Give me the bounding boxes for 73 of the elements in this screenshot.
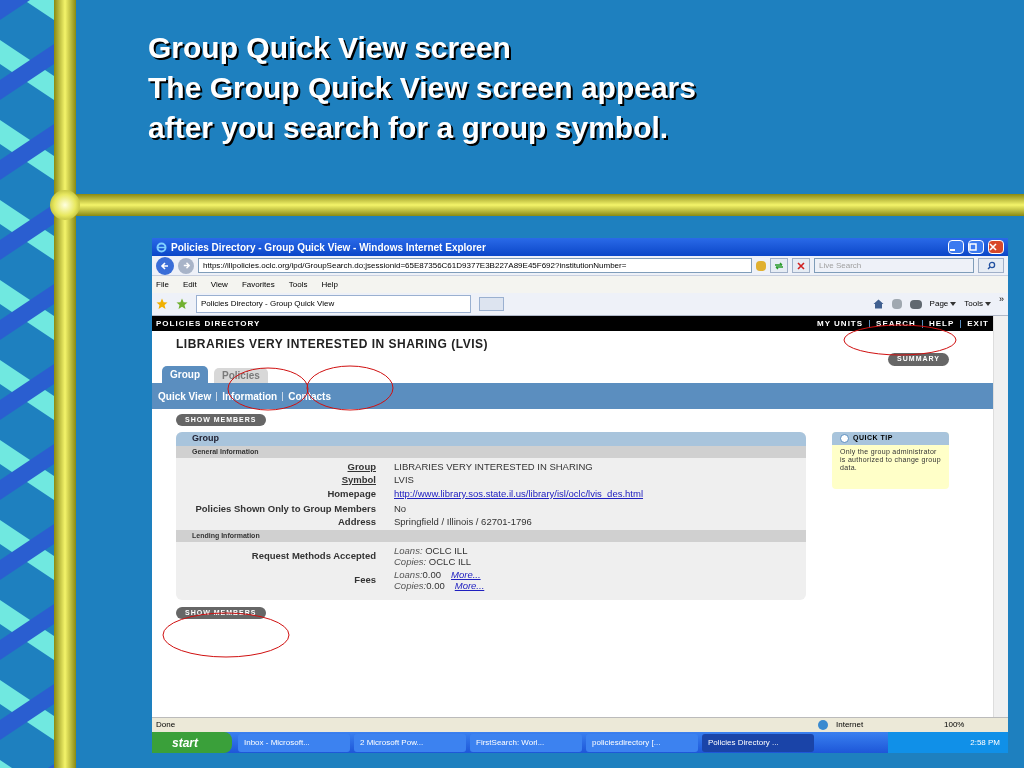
zone-text: Internet [836, 719, 865, 731]
maximize-icon [969, 243, 977, 251]
x-icon [797, 261, 805, 270]
close-icon [989, 243, 997, 251]
taskbar-button[interactable]: 2 Microsoft Pow... [354, 733, 466, 752]
stop-button[interactable] [792, 258, 810, 273]
star-plus-icon[interactable] [176, 298, 188, 310]
nav-link[interactable]: SEARCH [876, 317, 916, 330]
toolbar-menu[interactable]: Page [929, 298, 957, 310]
more-link[interactable]: More... [454, 580, 485, 591]
page-heading: LIBRARIES VERY INTERESTED IN SHARING (LVIS) [176, 336, 488, 353]
menu-item[interactable]: Tools [288, 278, 308, 291]
field-label: Address [337, 516, 376, 527]
nav-link[interactable]: EXIT [967, 317, 989, 330]
slide-title: The Group Quick View screen appears [148, 70, 696, 106]
star-icon[interactable] [156, 298, 168, 310]
status-text: Done [156, 719, 177, 731]
field-value: LIBRARIES VERY INTERESTED IN SHARING [394, 461, 593, 472]
field-value: Loans: OCLC ILL [394, 545, 468, 556]
field-value: LVIS [394, 474, 414, 485]
refresh-button[interactable] [770, 258, 788, 273]
field-label: Request Methods Accepted [250, 551, 376, 561]
caret-icon [985, 302, 991, 306]
field-value: Springfield / Illinois / 62701-1796 [394, 516, 532, 527]
taskbar-button[interactable]: policiesdirectory [... [586, 733, 698, 752]
arrow-right-icon [181, 261, 191, 270]
menu-item[interactable]: View [210, 278, 228, 291]
search-button[interactable] [978, 258, 1004, 273]
field-value: No [394, 503, 407, 514]
home-icon[interactable] [872, 299, 884, 309]
toolbar-menu[interactable]: Tools [964, 298, 991, 310]
nav-link[interactable]: MY UNITS [817, 317, 864, 330]
field-value: Copies: OCLC ILL [394, 556, 472, 567]
field-value: Loans:0.00 [394, 569, 442, 580]
back-button[interactable] [156, 256, 174, 275]
site-name: POLICIES DIRECTORY [156, 317, 262, 330]
field-label: Fees [353, 575, 376, 585]
window-title: Policies Directory - Group Quick View - Windows Internet Explorer [171, 240, 487, 255]
close-button[interactable] [988, 240, 1004, 254]
taskbar-button[interactable]: Inbox - Microsoft... [238, 733, 350, 752]
address-field[interactable]: https://illpolicies.oclc.org/ipd/GroupSearch.do;jsessionid=65E87356C61D9377E3B227A89E45F692?institutionNumber= [198, 258, 752, 273]
slide-title: after you search for a group symbol. [148, 110, 670, 146]
field-link[interactable]: Group [176, 461, 376, 472]
scrollbar[interactable] [993, 316, 1008, 717]
menu-item[interactable]: Favorites [241, 278, 275, 291]
bar-knob [50, 190, 80, 220]
homepage-link[interactable]: http://www.library.sos.state.il.us/library/isl/oclc/lvis_des.html [394, 487, 643, 501]
slide-title: Group Quick View screen [148, 30, 512, 66]
field-value: Copies:0.00 [394, 580, 445, 591]
menu-item[interactable]: File [156, 278, 169, 291]
double-arrow-icon [774, 261, 784, 270]
globe-logo-icon [156, 241, 167, 253]
panel-title: Group [192, 432, 219, 446]
search-field[interactable]: Live Search [814, 258, 974, 273]
search-icon [986, 261, 996, 270]
field-link[interactable]: Symbol [176, 474, 376, 485]
minimize-button[interactable] [948, 240, 964, 254]
tip-icon [840, 434, 849, 443]
caret-icon [950, 302, 957, 306]
menu-item[interactable]: Help [321, 278, 338, 291]
taskbar-button[interactable]: Policies Directory ... [702, 733, 814, 752]
field-label: Policies Shown Only to Group Members [194, 503, 376, 514]
more-chevron[interactable]: » [999, 293, 1004, 307]
maximize-button[interactable] [968, 240, 984, 254]
field-label: Homepage [326, 489, 376, 499]
more-link[interactable]: More... [451, 569, 481, 580]
taskbar-button[interactable]: FirstSearch: Worl... [470, 733, 582, 752]
menu-item[interactable]: Edit [182, 278, 197, 291]
arrow-left-icon [160, 260, 170, 271]
zoom-level[interactable]: 100% [944, 719, 1004, 731]
clock: 2:58 PM [970, 736, 1000, 749]
browser-tab[interactable]: Policies Directory - Group Quick View [196, 295, 471, 313]
nav-link[interactable]: HELP [928, 317, 955, 330]
